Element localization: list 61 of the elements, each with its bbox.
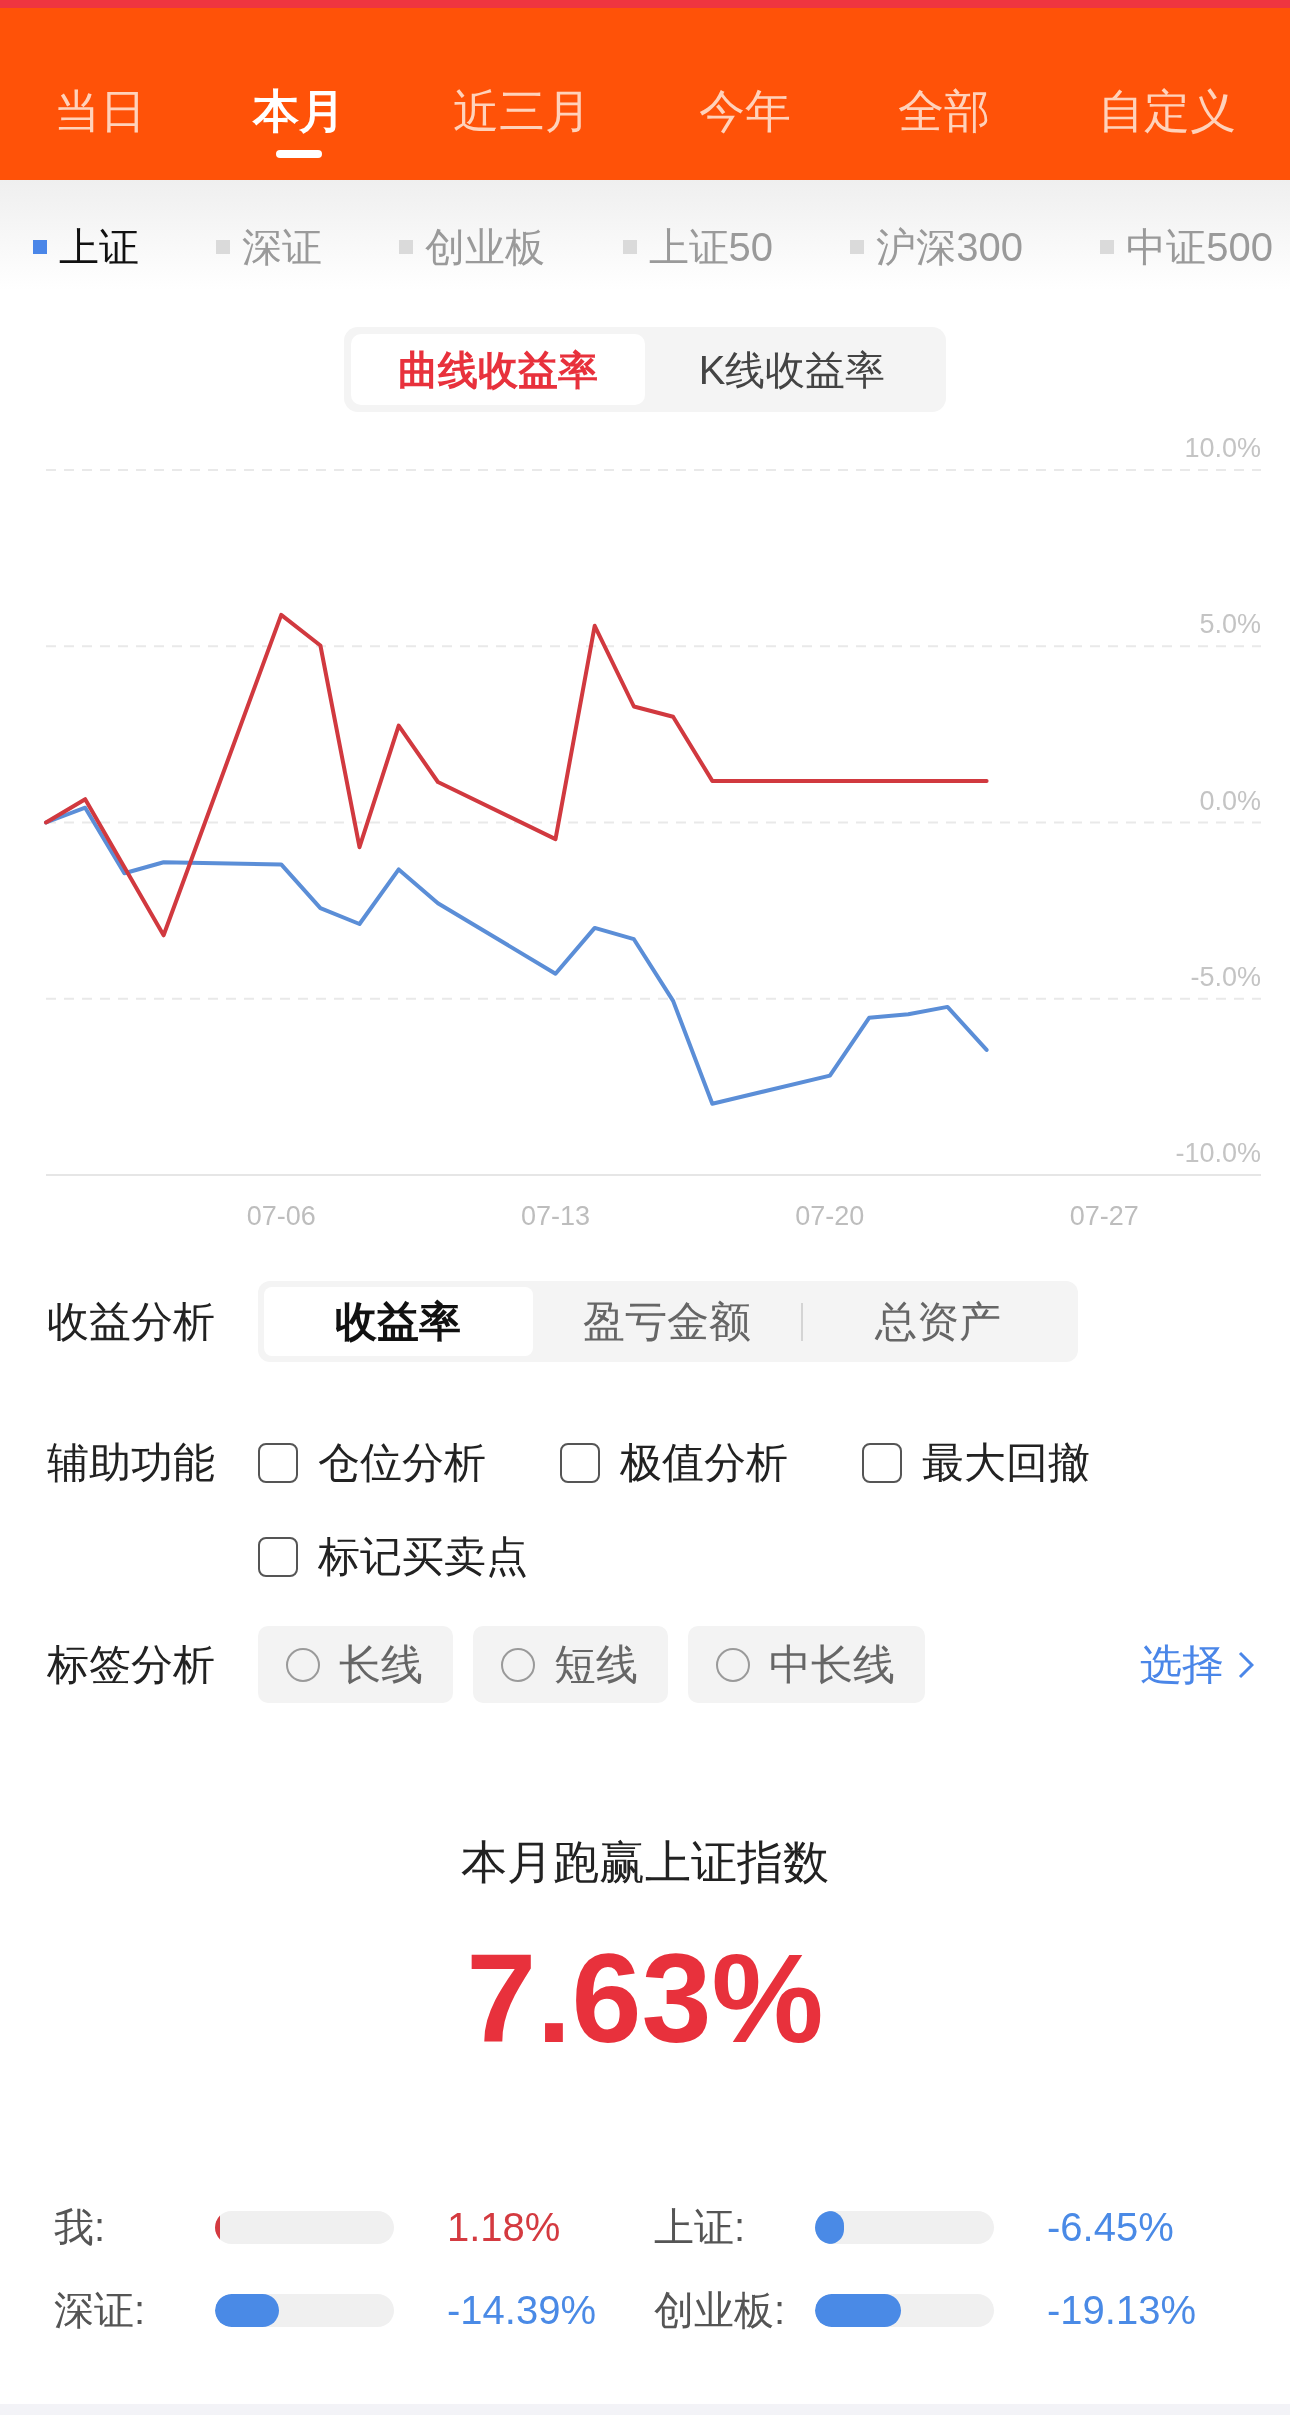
comparison-label: 上证: bbox=[654, 2204, 747, 2251]
checkbox[interactable] bbox=[862, 1443, 902, 1483]
index-tab[interactable]: 上证50 bbox=[622, 223, 774, 271]
option-label[interactable]: 仓位分析 bbox=[318, 1435, 486, 1491]
checkbox[interactable] bbox=[560, 1443, 600, 1483]
radio-icon[interactable] bbox=[501, 1647, 535, 1682]
square-marker-icon bbox=[1100, 240, 1115, 254]
chart-mode-tab[interactable]: 曲线收益率 bbox=[351, 334, 645, 405]
analysis-tab[interactable]: 收益率 bbox=[264, 1287, 533, 1356]
select-link[interactable]: 选择 bbox=[1140, 1633, 1254, 1696]
period-tab[interactable]: 当日 bbox=[43, 83, 156, 158]
comparison-value: -14.39% bbox=[447, 2287, 596, 2334]
radio-icon[interactable] bbox=[716, 1647, 750, 1682]
comparison-label: 深证: bbox=[54, 2287, 147, 2334]
index-tab[interactable]: 中证500 bbox=[1100, 223, 1273, 271]
comparison-value: -19.13% bbox=[1047, 2287, 1196, 2334]
period-tab[interactable]: 全部 bbox=[888, 83, 1001, 158]
x-axis-label: 07-27 bbox=[1069, 1201, 1139, 1231]
tag-option[interactable]: 短线 bbox=[473, 1626, 668, 1703]
summary-title: 本月跑赢上证指数 bbox=[461, 1835, 829, 1890]
comparison-value: 1.18% bbox=[447, 2204, 561, 2251]
row-label: 辅助功能 bbox=[47, 1438, 216, 1488]
comparison-label: 创业板: bbox=[654, 2287, 787, 2334]
period-tab[interactable]: 自定义 bbox=[1088, 83, 1247, 158]
square-marker-icon bbox=[33, 240, 47, 254]
analysis-tab[interactable]: 盈亏金额 bbox=[532, 1287, 802, 1356]
square-marker-icon bbox=[622, 240, 637, 254]
row-label: 标签分析 bbox=[47, 1639, 216, 1690]
checkbox[interactable] bbox=[258, 1537, 298, 1577]
period-tab[interactable]: 近三月 bbox=[443, 83, 602, 158]
x-axis-label: 07-20 bbox=[795, 1201, 865, 1231]
x-axis-label: 07-06 bbox=[246, 1201, 316, 1231]
period-tab[interactable]: 本月 bbox=[243, 83, 356, 158]
option-label[interactable]: 最大回撤 bbox=[922, 1435, 1090, 1491]
square-marker-icon bbox=[850, 240, 865, 254]
square-marker-icon bbox=[216, 240, 231, 254]
analysis-tab[interactable]: 总资产 bbox=[803, 1287, 1072, 1356]
index-tab[interactable]: 创业板 bbox=[399, 223, 546, 271]
chevron-right-icon bbox=[1238, 1650, 1254, 1679]
y-axis-label: -10.0% bbox=[1175, 1138, 1261, 1168]
square-marker-icon bbox=[399, 240, 414, 254]
index-tab[interactable]: 沪深300 bbox=[850, 223, 1023, 271]
checkbox[interactable] bbox=[258, 1443, 298, 1483]
period-tab[interactable]: 今年 bbox=[688, 83, 801, 158]
index-tab[interactable]: 上证 bbox=[33, 223, 139, 271]
y-axis-label: 0.0% bbox=[1199, 785, 1261, 816]
x-axis-label: 07-13 bbox=[521, 1201, 591, 1231]
row-label: 收益分析 bbox=[47, 1296, 216, 1347]
chart-mode-tab[interactable]: K线收益率 bbox=[645, 334, 939, 405]
index-tab[interactable]: 深证 bbox=[216, 223, 323, 271]
summary-value: 7.63% bbox=[466, 1929, 824, 2069]
tag-option[interactable]: 长线 bbox=[258, 1626, 453, 1703]
y-axis-label: -5.0% bbox=[1190, 961, 1261, 992]
option-label[interactable]: 标记买卖点 bbox=[318, 1529, 528, 1585]
radio-icon[interactable] bbox=[286, 1647, 320, 1682]
y-axis-label: 5.0% bbox=[1199, 609, 1261, 640]
y-axis-label: 10.0% bbox=[1184, 433, 1261, 463]
tag-option[interactable]: 中长线 bbox=[688, 1626, 925, 1703]
comparison-label: 我: bbox=[54, 2204, 107, 2251]
comparison-value: -6.45% bbox=[1047, 2204, 1174, 2251]
option-label[interactable]: 极值分析 bbox=[620, 1435, 788, 1491]
